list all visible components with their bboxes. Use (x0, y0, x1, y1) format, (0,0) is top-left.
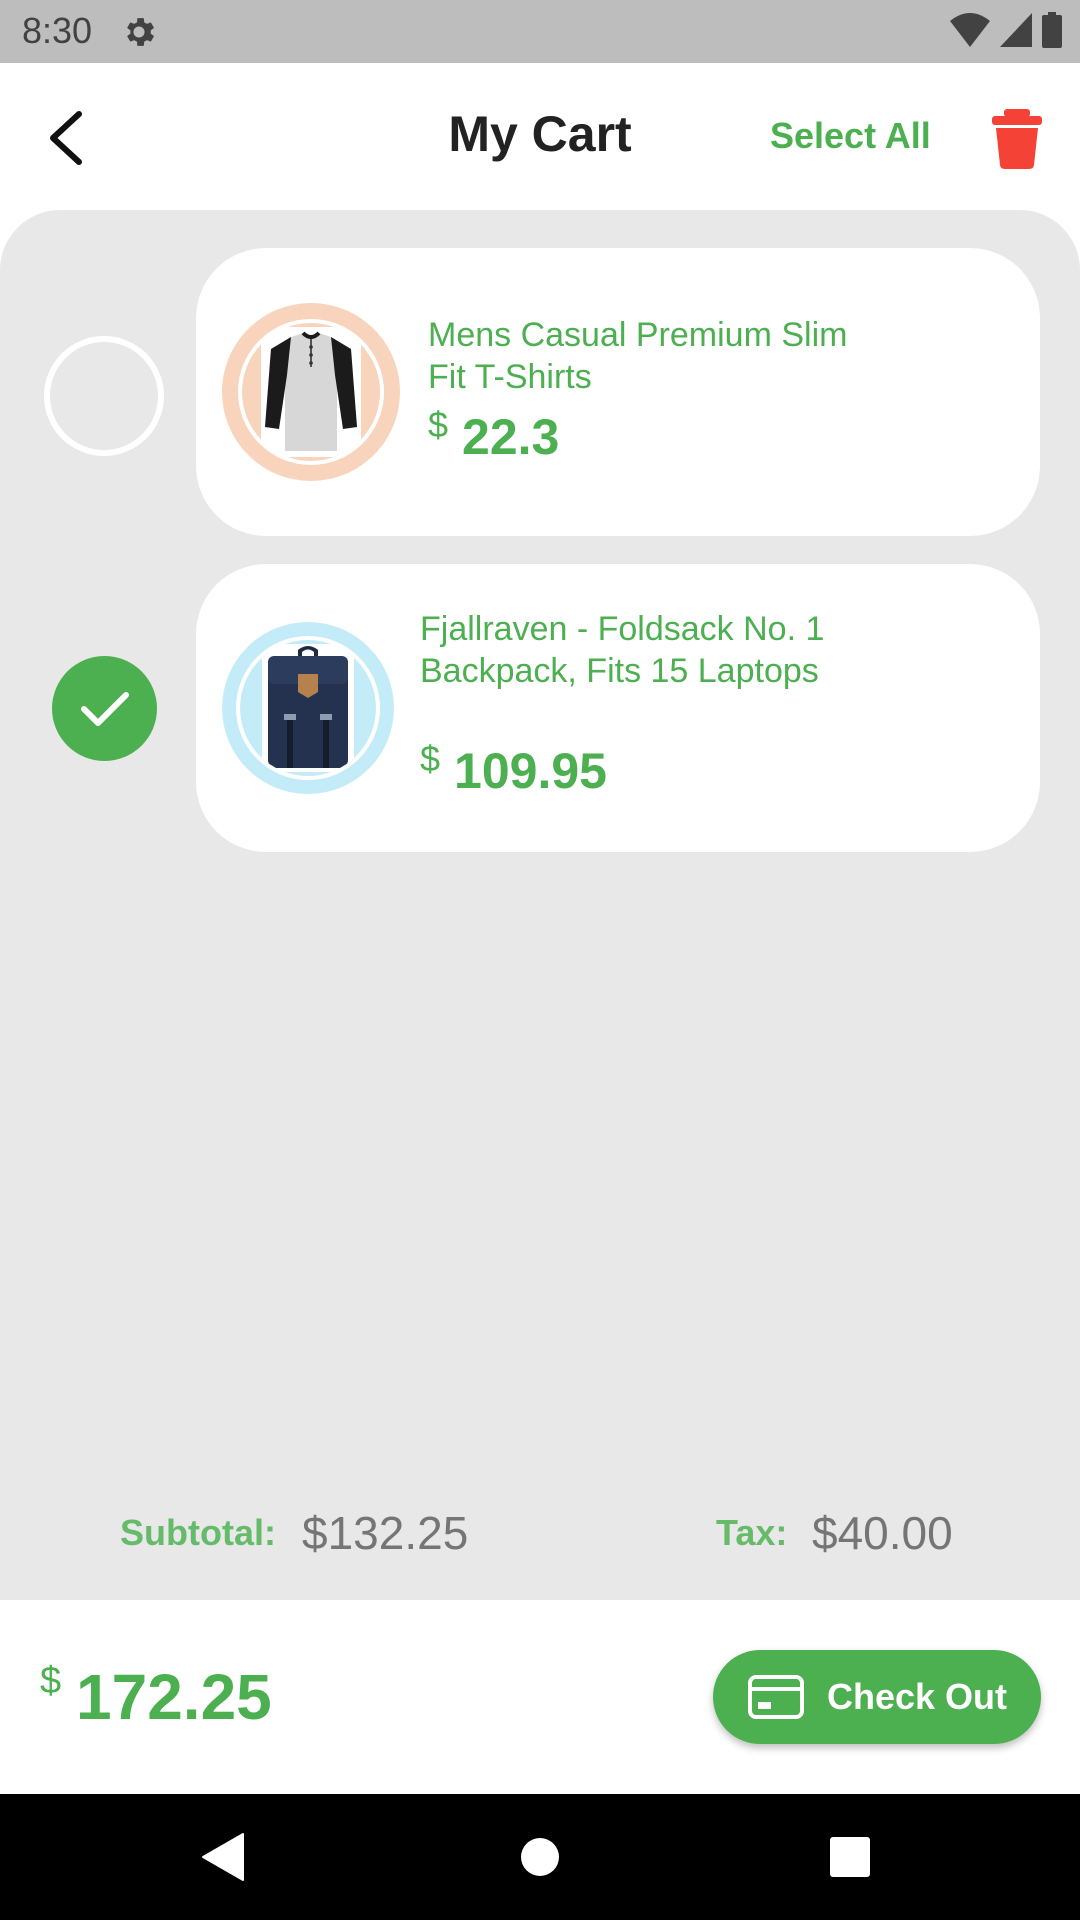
credit-card-icon (747, 1675, 804, 1719)
nav-recents-button[interactable] (817, 1824, 883, 1890)
cart-list: Mens Casual Premium Slim Fit T-Shirts $ … (0, 210, 1080, 1600)
item-price-currency: $ (420, 738, 441, 779)
item-price-currency: $ (428, 404, 449, 445)
item-card[interactable]: Mens Casual Premium Slim Fit T-Shirts $ … (196, 248, 1040, 536)
app-header: My Cart Select All (0, 63, 1080, 210)
subtotal-label: Subtotal: (120, 1512, 276, 1553)
tax-label: Tax: (716, 1512, 788, 1553)
trash-icon[interactable] (990, 109, 1044, 169)
cell-signal-icon (1000, 13, 1032, 47)
tshirt-image (261, 327, 361, 457)
subtotal-value: $132.25 (302, 1507, 469, 1559)
check-icon (80, 691, 129, 726)
item-thumbnail (222, 622, 394, 794)
cart-item: Fjallraven - Foldsack No. 1 Backpack, Fi… (0, 564, 1080, 854)
totals-summary: Subtotal: $132.25 Tax: $40.00 (0, 1500, 1080, 1570)
item-title: Fjallraven - Foldsack No. 1 Backpack, Fi… (420, 610, 825, 690)
wifi-icon (950, 13, 990, 47)
select-all-button[interactable]: Select All (770, 115, 931, 157)
nav-home-icon (521, 1838, 559, 1876)
item-select-toggle[interactable] (52, 656, 157, 761)
status-time: 8:30 (22, 10, 93, 51)
item-price-value: 109.95 (454, 743, 607, 799)
item-price-value: 22.3 (462, 409, 560, 465)
checkout-button[interactable]: Check Out (713, 1650, 1041, 1744)
item-thumbnail (222, 303, 400, 481)
item-select-toggle[interactable] (44, 336, 164, 456)
status-bar: 8:30 (0, 0, 1080, 63)
nav-back-icon (202, 1833, 244, 1881)
cart-item: Mens Casual Premium Slim Fit T-Shirts $ … (0, 248, 1080, 538)
total-amount: 172.25 (76, 1661, 272, 1733)
nav-recents-icon (830, 1837, 870, 1877)
backpack-image (262, 644, 354, 772)
nav-back-button[interactable] (190, 1824, 256, 1890)
item-card[interactable]: Fjallraven - Foldsack No. 1 Backpack, Fi… (196, 564, 1040, 852)
checkout-label: Check Out (826, 1676, 1008, 1717)
status-icons (950, 12, 1062, 48)
nav-home-button[interactable] (507, 1824, 573, 1890)
system-nav-bar (0, 1794, 1080, 1920)
battery-icon (1042, 12, 1062, 48)
item-title: Mens Casual Premium Slim Fit T-Shirts (428, 316, 848, 396)
settings-gear-icon (127, 18, 155, 46)
checkout-panel: $ 172.25 Check Out (0, 1600, 1080, 1794)
total-currency: $ (40, 1660, 62, 1702)
tax-value: $40.00 (812, 1507, 953, 1559)
item-price: $ 109.95 (420, 738, 607, 800)
item-price: $ 22.3 (428, 404, 560, 466)
